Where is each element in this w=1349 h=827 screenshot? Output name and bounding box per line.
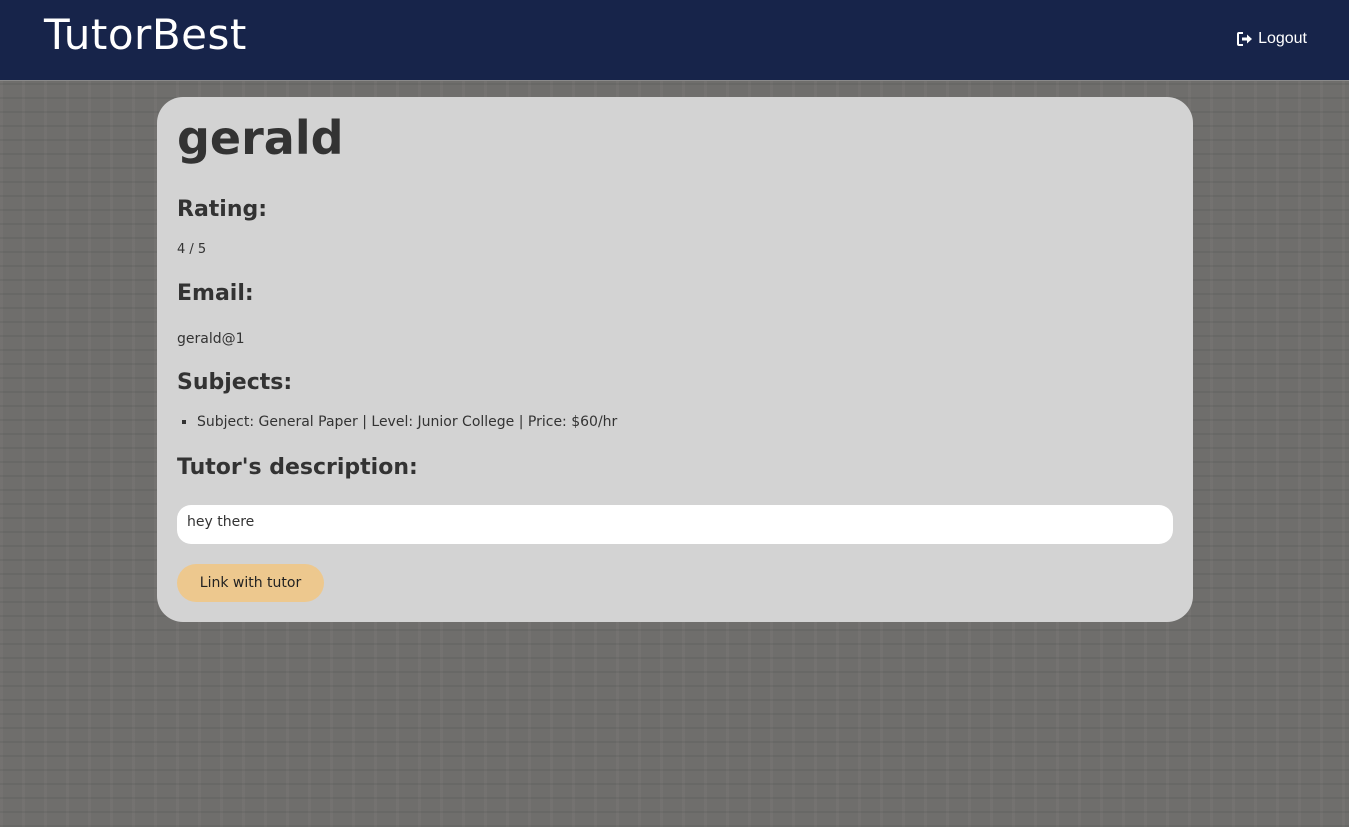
- logout-button[interactable]: Logout: [1237, 30, 1307, 48]
- brand-logo[interactable]: TutorBest: [44, 10, 247, 59]
- link-with-tutor-button[interactable]: Link with tutor: [177, 564, 324, 602]
- logout-label: Logout: [1258, 30, 1307, 47]
- subject-list: Subject: General Paper | Level: Junior C…: [177, 414, 617, 430]
- subject-entry: Subject: General Paper | Level: Junior C…: [197, 414, 618, 430]
- bullet-icon: [182, 420, 186, 424]
- tutor-profile-card: gerald Rating: 4 / 5 Email: gerald@1 Sub…: [157, 97, 1193, 622]
- rating-heading: Rating:: [177, 197, 268, 222]
- description-heading: Tutor's description:: [177, 455, 418, 480]
- sign-out-icon: [1237, 32, 1253, 46]
- rating-value: 4 / 5: [177, 242, 207, 257]
- subjects-heading: Subjects:: [177, 370, 293, 395]
- tutor-name: gerald: [177, 111, 344, 165]
- description-box: hey there: [177, 505, 1173, 544]
- list-item: Subject: General Paper | Level: Junior C…: [177, 414, 617, 430]
- email-heading: Email:: [177, 281, 254, 306]
- top-navbar: TutorBest Logout: [0, 0, 1349, 81]
- email-value: gerald@1: [177, 331, 245, 347]
